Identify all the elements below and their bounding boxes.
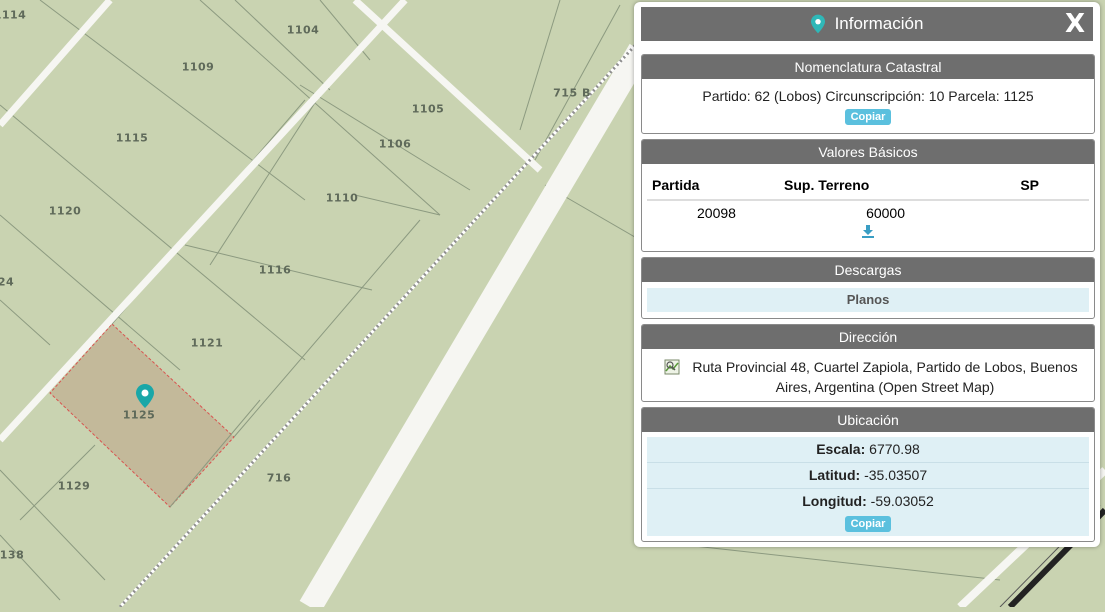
valores-table: Partida Sup. Terreno SP 20098 60000 [647,170,1089,224]
ubicacion-section: Ubicación Escala: 6770.98 Latitud: -35.0… [641,407,1095,542]
latitud-row: Latitud: -35.03507 [647,463,1089,489]
info-panel: Información X Nomenclatura Catastral Par… [634,2,1100,547]
parcel-label-selected: 1125 [122,408,156,422]
longitud-row: Longitud: -59.03052 [647,489,1089,514]
direccion-section: Dirección Ruta Provincial 48, Cuartel Za… [641,324,1095,402]
section-title: Dirección [642,325,1094,349]
parcel-label: 1110 [325,191,359,205]
section-title: Nomenclatura Catastral [642,55,1094,79]
parcel-label: 716 [266,471,292,485]
descargas-section: Descargas Planos [641,257,1095,319]
table-cell: 60000 [866,204,905,221]
address-text[interactable]: Ruta Provincial 48, Cuartel Zapiola, Par… [688,357,1082,397]
nomenclatura-text: Partido: 62 (Lobos) Circunscripción: 10 … [702,88,1034,104]
parcel-label: 24 [0,275,15,289]
parcel-label: 1121 [190,336,224,350]
download-icon[interactable] [861,224,875,238]
nomenclatura-section: Nomenclatura Catastral Partido: 62 (Lobo… [641,54,1095,134]
column-header: Sup. Terreno [784,176,870,193]
map-pin-icon [810,14,825,34]
map-marker-icon[interactable] [136,384,154,408]
parcel-label: 1116 [258,263,292,277]
escala-row: Escala: 6770.98 [647,437,1089,463]
section-title: Valores Básicos [642,140,1094,164]
copy-location-button[interactable]: Copiar [844,516,892,532]
column-header: Partida [652,176,700,193]
table-cell: 20098 [697,204,736,221]
panel-header: Información X [641,7,1093,41]
parcel-label: 1115 [115,131,149,145]
panel-title: Información [834,14,924,33]
planos-link[interactable]: Planos [647,288,1089,312]
close-button[interactable]: X [1065,11,1085,37]
valores-section: Valores Básicos Partida Sup. Terreno SP … [641,139,1095,252]
latitud-label: Latitud: [808,467,861,483]
escala-label: Escala: [816,441,866,457]
parcel-label: 1114 [0,8,27,22]
parcel-label: 1120 [48,204,82,218]
longitud-value: -59.03052 [870,493,934,509]
escala-value: 6770.98 [869,441,920,457]
section-title: Ubicación [642,408,1094,432]
table-row: 20098 60000 [647,200,1089,224]
parcel-label: 1105 [411,102,445,116]
longitud-label: Longitud: [802,493,867,509]
parcel-label: 715 B [553,86,591,100]
parcel-label: 1109 [181,60,215,74]
parcel-label: 1104 [286,23,320,37]
parcel-label: 138 [0,548,25,562]
parcel-label: 1106 [378,137,412,151]
copy-nomenclatura-button[interactable]: Copiar [844,109,892,125]
map-search-icon[interactable] [664,359,680,375]
parcel-label: 1129 [57,479,91,493]
section-title: Descargas [642,258,1094,282]
column-header: SP [1020,176,1039,193]
latitud-value: -35.03507 [864,467,928,483]
table-cell [905,200,1089,224]
